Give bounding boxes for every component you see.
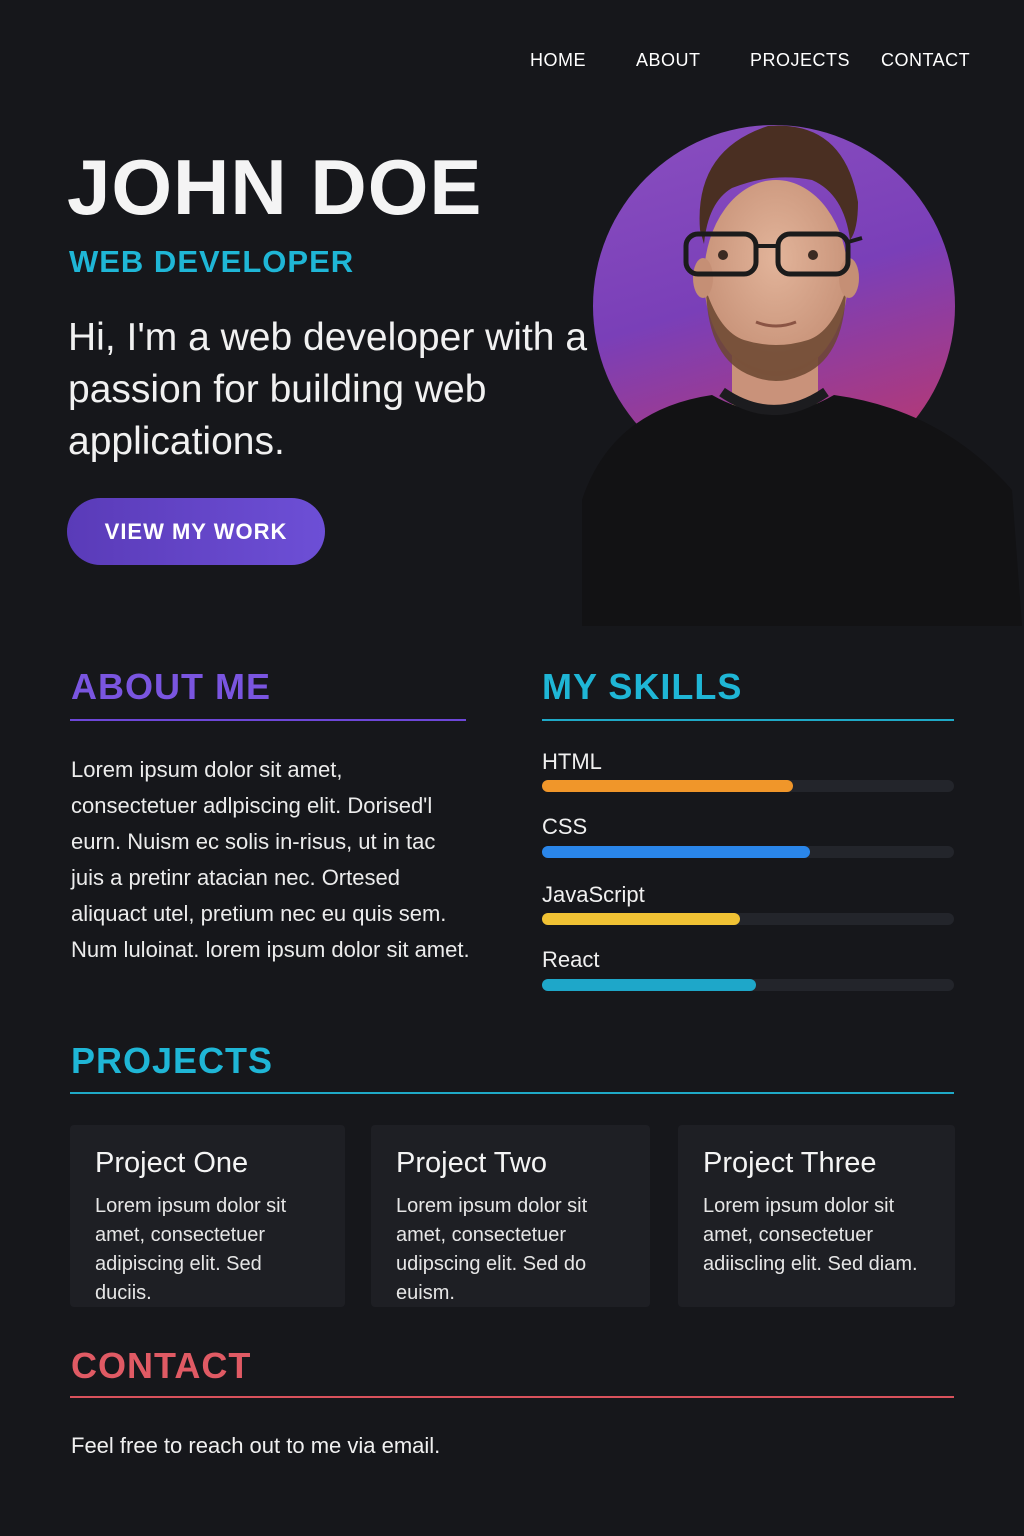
skill-fill-html: [542, 780, 794, 792]
top-nav: HOME ABOUT PROJECTS CONTACT: [0, 50, 1024, 76]
projects-title: PROJECTS: [71, 1040, 274, 1081]
hero-name: JOHN DOE: [67, 143, 483, 231]
project-description: Lorem ipsum dolor sit amet, consectetuer…: [95, 1195, 287, 1304]
skill-fill-css: [542, 846, 810, 858]
skills-title: MY SKILLS: [542, 666, 743, 707]
project-title: Project One: [95, 1147, 249, 1179]
nav-home-link[interactable]: HOME: [530, 50, 586, 71]
nav-contact-link[interactable]: CONTACT: [881, 50, 970, 71]
skill-bar-html: [542, 780, 954, 792]
skills-divider: [542, 719, 954, 721]
contact-text: Feel free to reach out to me via email.: [71, 1433, 441, 1458]
nav-about-link[interactable]: ABOUT: [636, 50, 701, 71]
portfolio-page: HOME ABOUT PROJECTS CONTACT JOHN DOE WEB…: [0, 0, 1024, 1536]
project-description: Lorem ipsum dolor sit amet, consectetuer…: [396, 1195, 588, 1304]
skill-label-javascript: JavaScript: [542, 882, 645, 907]
skill-bar-react: [542, 979, 954, 991]
skill-label-css: CSS: [542, 814, 588, 839]
project-card-three[interactable]: Project Three Lorem ipsum dolor sit amet…: [678, 1125, 955, 1307]
skill-label-react: React: [542, 947, 600, 972]
portrait-illustration: [582, 125, 1022, 626]
contact-title: CONTACT: [71, 1345, 252, 1386]
projects-divider: [70, 1092, 954, 1094]
skill-label-html: HTML: [542, 749, 602, 774]
project-title: Project Three: [703, 1147, 877, 1179]
nav-projects-link[interactable]: PROJECTS: [750, 50, 850, 71]
skill-bar-javascript: [542, 913, 954, 925]
skill-bar-css: [542, 846, 954, 858]
project-title: Project Two: [396, 1147, 547, 1179]
about-title: ABOUT ME: [71, 666, 271, 707]
hero-role: WEB DEVELOPER: [69, 244, 355, 279]
hero-intro: Hi, I'm a web developer with a passion f…: [68, 316, 588, 463]
skill-fill-javascript: [542, 913, 740, 925]
about-text: Lorem ipsum dolor sit amet, consectetuer…: [71, 757, 470, 962]
portrait-photo: [582, 110, 1022, 626]
about-divider: [70, 719, 466, 721]
project-card-two[interactable]: Project Two Lorem ipsum dolor sit amet, …: [371, 1125, 650, 1307]
project-card-one[interactable]: Project One Lorem ipsum dolor sit amet, …: [70, 1125, 345, 1307]
project-description: Lorem ipsum dolor sit amet, consectetuer…: [703, 1195, 918, 1275]
contact-divider: [70, 1396, 954, 1398]
skill-fill-react: [542, 979, 757, 991]
view-my-work-button[interactable]: VIEW MY WORK: [67, 498, 325, 565]
